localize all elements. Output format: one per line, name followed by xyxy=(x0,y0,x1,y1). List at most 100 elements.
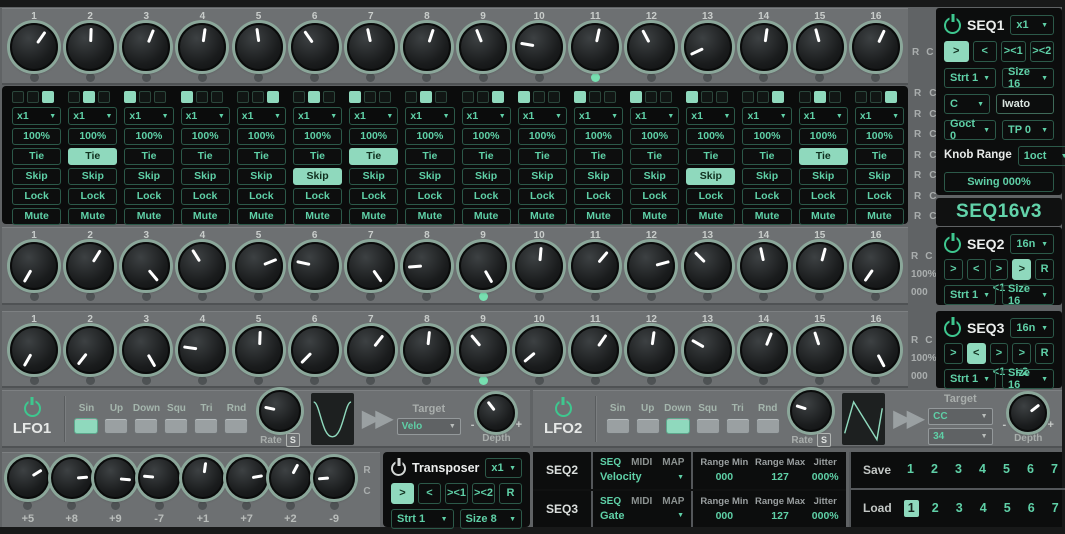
mute-button[interactable]: Mute xyxy=(12,208,61,225)
step-knob[interactable] xyxy=(627,23,675,71)
probability-button[interactable]: 100% xyxy=(349,128,398,145)
tie-button[interactable]: Tie xyxy=(518,148,567,165)
skip-button[interactable]: Skip xyxy=(68,168,117,185)
randomize-button[interactable]: R xyxy=(914,129,921,140)
step-knob[interactable] xyxy=(515,242,563,290)
rate-knob[interactable] xyxy=(790,390,832,432)
mult-select[interactable]: x1▼ xyxy=(462,107,511,125)
led-indicator[interactable] xyxy=(492,91,504,103)
mute-button[interactable]: Mute xyxy=(630,208,679,225)
load-slot-1[interactable]: 1 xyxy=(904,500,919,517)
led-indicator[interactable] xyxy=(799,91,811,103)
step-knob[interactable] xyxy=(740,242,788,290)
lock-button[interactable]: Lock xyxy=(12,188,61,205)
skip-button[interactable]: Skip xyxy=(630,168,679,185)
led-indicator[interactable] xyxy=(604,91,616,103)
tie-button[interactable]: Tie xyxy=(574,148,623,165)
step-knob[interactable] xyxy=(684,326,732,374)
randomize-button[interactable]: R xyxy=(912,47,919,58)
led-indicator[interactable] xyxy=(829,91,841,103)
randomize-button[interactable]: R xyxy=(914,88,921,99)
mute-button[interactable]: Mute xyxy=(124,208,173,225)
step-knob[interactable] xyxy=(66,23,114,71)
led-indicator[interactable] xyxy=(405,91,417,103)
mult-select[interactable]: x1▼ xyxy=(181,107,230,125)
mute-button[interactable]: Mute xyxy=(68,208,117,225)
lfo-target-select[interactable]: 34▼ xyxy=(928,428,992,445)
led-indicator[interactable] xyxy=(686,91,698,103)
wave-sin-button[interactable] xyxy=(606,418,630,434)
mult-select[interactable]: x1▼ xyxy=(237,107,286,125)
lfo-target-select[interactable]: Velo▼ xyxy=(397,418,461,435)
mult-select[interactable]: x1▼ xyxy=(630,107,679,125)
skip-button[interactable]: Skip xyxy=(124,168,173,185)
lock-button[interactable]: Lock xyxy=(462,188,511,205)
size-select[interactable]: Size 16▼ xyxy=(1002,285,1054,305)
led-indicator[interactable] xyxy=(139,91,151,103)
wave-rnd-button[interactable] xyxy=(224,418,248,434)
power-icon[interactable] xyxy=(944,320,961,337)
skip-button[interactable]: Skip xyxy=(293,168,342,185)
led-indicator[interactable] xyxy=(252,91,264,103)
step-knob[interactable] xyxy=(235,23,283,71)
tab-seq[interactable]: SEQ xyxy=(600,496,621,507)
led-indicator[interactable] xyxy=(267,91,279,103)
load-slot-3[interactable]: 3 xyxy=(952,500,967,517)
step-knob[interactable] xyxy=(178,242,226,290)
rate-knob[interactable] xyxy=(259,390,301,432)
led-indicator[interactable] xyxy=(701,91,713,103)
sync-button[interactable]: S xyxy=(817,433,831,447)
mult-select[interactable]: x1▼ xyxy=(742,107,791,125)
probability-button[interactable]: 100% xyxy=(293,128,342,145)
tie-button[interactable]: Tie xyxy=(124,148,173,165)
probability-button[interactable]: 100% xyxy=(574,128,623,145)
randomize-button[interactable]: R xyxy=(914,150,921,161)
step-knob[interactable] xyxy=(571,23,619,71)
led-indicator[interactable] xyxy=(870,91,882,103)
lock-button[interactable]: Lock xyxy=(742,188,791,205)
direction-button[interactable]: > xyxy=(391,483,414,504)
led-indicator[interactable] xyxy=(349,91,361,103)
field-value[interactable]: 000% xyxy=(812,510,839,522)
probability-button[interactable]: 100% xyxy=(237,128,286,145)
step-knob[interactable] xyxy=(403,242,451,290)
probability-button[interactable]: 100% xyxy=(68,128,117,145)
skip-button[interactable]: Skip xyxy=(237,168,286,185)
direction-button[interactable]: > xyxy=(944,343,963,364)
save-slot-5[interactable]: 5 xyxy=(999,461,1014,478)
sync-button[interactable]: S xyxy=(286,433,300,447)
led-indicator[interactable] xyxy=(533,91,545,103)
step-knob[interactable] xyxy=(459,23,507,71)
depth-knob[interactable] xyxy=(477,394,515,432)
step-knob[interactable] xyxy=(459,242,507,290)
mute-button[interactable]: Mute xyxy=(855,208,904,225)
led-indicator[interactable] xyxy=(885,91,897,103)
led-indicator[interactable] xyxy=(645,91,657,103)
power-icon[interactable] xyxy=(391,461,406,476)
direction-button[interactable]: R xyxy=(1035,343,1054,364)
led-indicator[interactable] xyxy=(462,91,474,103)
transpose-knob[interactable] xyxy=(269,457,311,499)
randomize-button[interactable]: R xyxy=(911,251,918,262)
copy-button[interactable]: C xyxy=(925,335,932,346)
tie-button[interactable]: Tie xyxy=(181,148,230,165)
led-indicator[interactable] xyxy=(98,91,110,103)
step-knob[interactable] xyxy=(178,23,226,71)
lock-button[interactable]: Lock xyxy=(630,188,679,205)
wave-up-button[interactable] xyxy=(636,418,660,434)
step-knob[interactable] xyxy=(66,326,114,374)
probability-button[interactable]: 100% xyxy=(518,128,567,145)
probability-button[interactable]: 100% xyxy=(686,128,735,145)
led-indicator[interactable] xyxy=(154,91,166,103)
field-value[interactable]: 127 xyxy=(755,471,805,483)
skip-button[interactable]: Skip xyxy=(799,168,848,185)
led-indicator[interactable] xyxy=(83,91,95,103)
step-knob[interactable] xyxy=(796,326,844,374)
mult-select[interactable]: x1▼ xyxy=(518,107,567,125)
step-knob[interactable] xyxy=(515,23,563,71)
wave-sin-button[interactable] xyxy=(74,418,98,434)
global-octave-select[interactable]: Goct 0▼ xyxy=(944,120,996,140)
skip-button[interactable]: Skip xyxy=(405,168,454,185)
led-indicator[interactable] xyxy=(814,91,826,103)
step-knob[interactable] xyxy=(796,242,844,290)
